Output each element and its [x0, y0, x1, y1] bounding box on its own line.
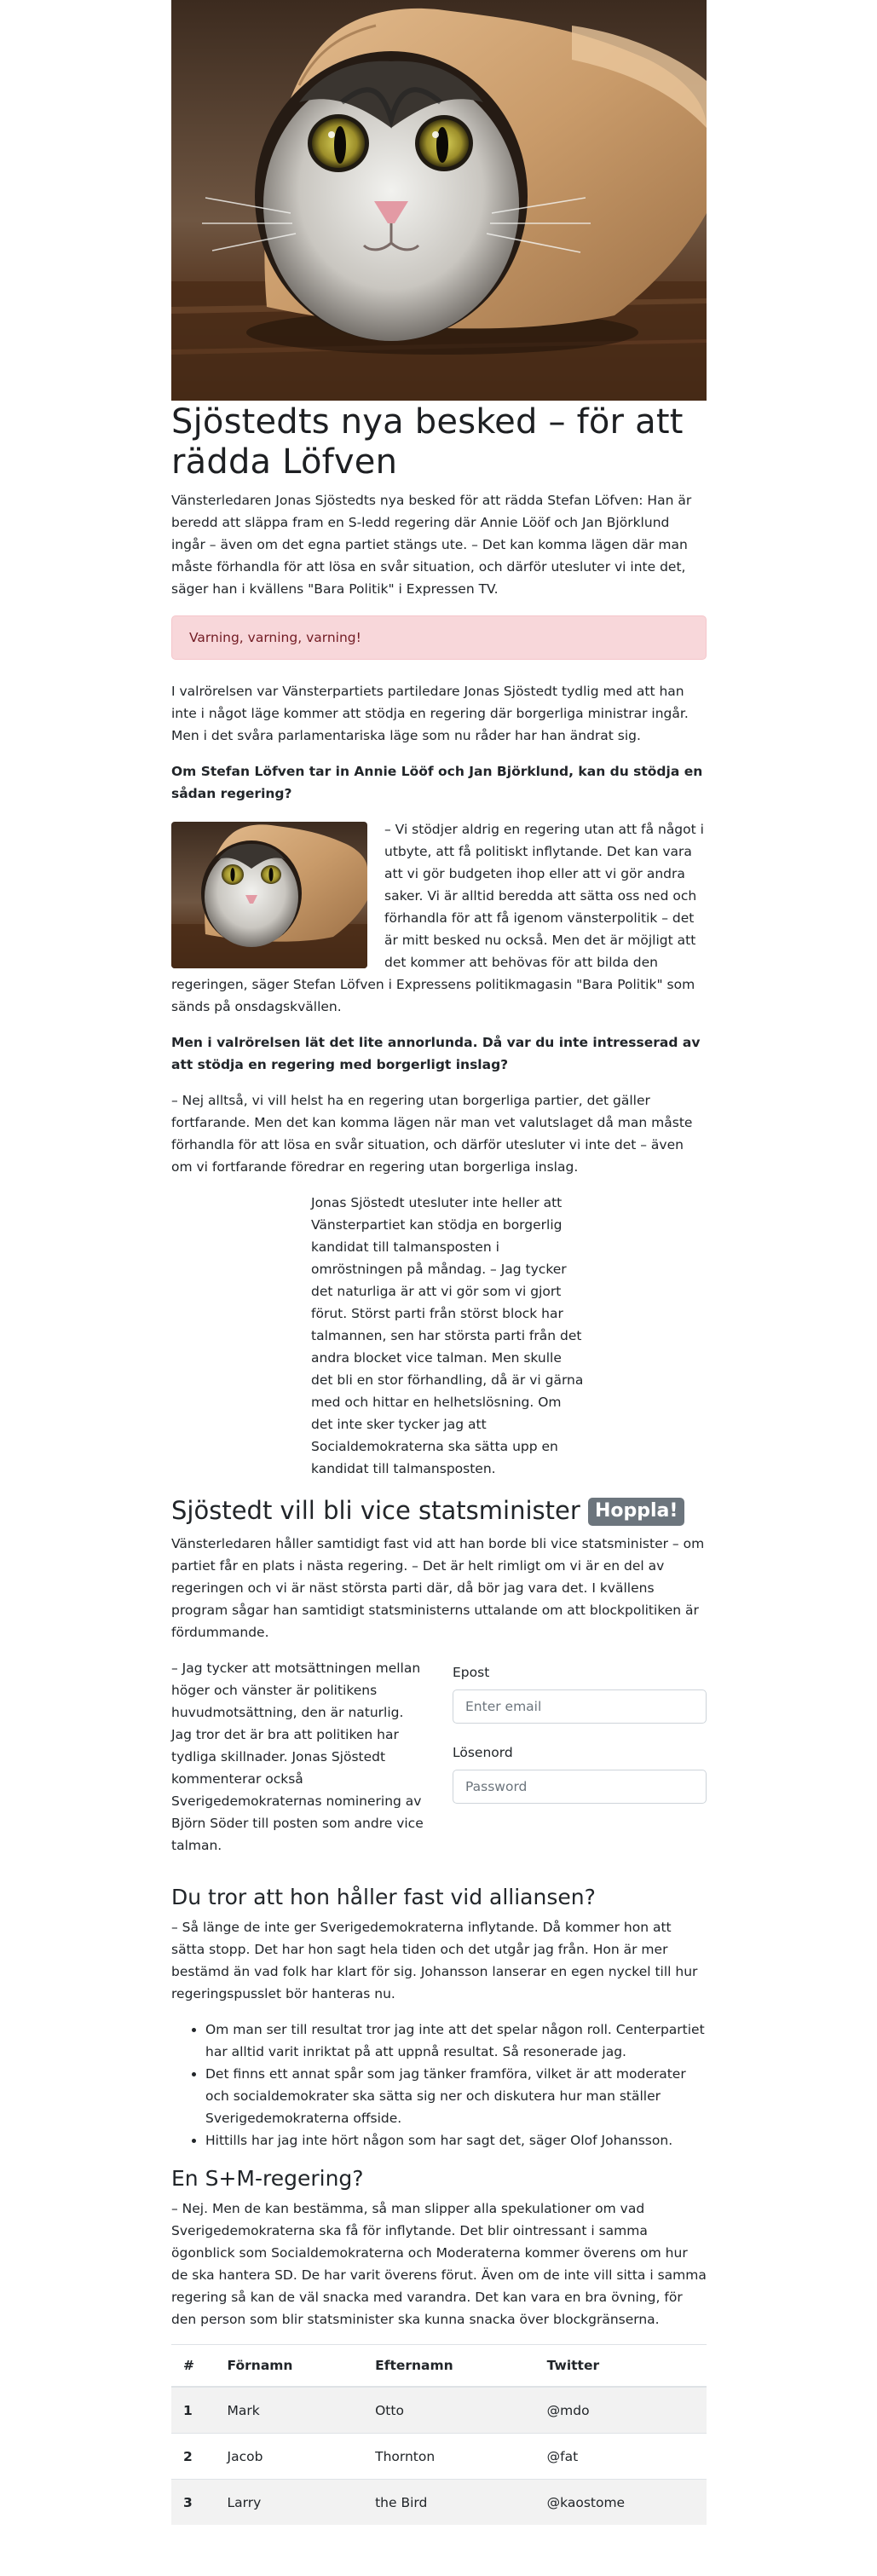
column-header-twitter: Twitter: [534, 2344, 707, 2388]
table-row: 1 Mark Otto @mdo: [171, 2386, 707, 2434]
list-item: Om man ser till resultat tror jag inte a…: [205, 2019, 707, 2063]
table-cell-efternamn: Thornton: [363, 2433, 535, 2480]
password-input[interactable]: [453, 1770, 707, 1804]
question-2: Men i valrörelsen lät det lite annorlund…: [171, 1035, 701, 1072]
table-cell-twitter: @fat: [534, 2433, 707, 2480]
paragraph-sm-regering: – Nej. Men de kan bestämma, så man slipp…: [171, 2201, 707, 2327]
table-header-row: # Förnamn Efternamn Twitter: [171, 2344, 707, 2388]
warning-alert: Varning, varning, varning!: [171, 615, 707, 660]
table-cell-fornamn: Larry: [215, 2479, 364, 2525]
paragraph-intro: I valrörelsen var Vänsterpartiets partil…: [171, 684, 689, 743]
pull-quote: Jonas Sjöstedt utesluter inte heller att…: [311, 1195, 584, 1476]
column-header-efternamn: Efternamn: [363, 2344, 535, 2388]
table-row: 2 Jacob Thornton @fat: [171, 2433, 707, 2480]
article-lead: Vänsterledaren Jonas Sjöstedts nya beske…: [171, 493, 692, 597]
table-cell-number: 2: [171, 2433, 216, 2480]
article-title: Sjöstedts nya besked – för att rädda Löf…: [171, 402, 684, 482]
table-cell-number: 1: [171, 2386, 216, 2434]
list-item: Hittills har jag inte hört någon som har…: [205, 2129, 707, 2151]
table-cell-fornamn: Mark: [215, 2386, 364, 2434]
thumbnail-image-cat: [171, 822, 367, 968]
login-form: Epost Lösenord: [453, 1657, 707, 1870]
bullet-list: Om man ser till resultat tror jag inte a…: [171, 2019, 707, 2151]
table-cell-twitter: @kaostome: [534, 2479, 707, 2525]
table-cell-twitter: @mdo: [534, 2386, 707, 2434]
section-heading-sm-regering: En S+M-regering?: [171, 2166, 364, 2191]
paragraph-alliansen: – Så länge de inte ger Sverigedemokrater…: [171, 1920, 698, 2001]
password-label: Lösenord: [453, 1745, 513, 1760]
table-cell-efternamn: Otto: [363, 2386, 535, 2434]
hero-image-cat-in-paper-roll: [171, 0, 707, 401]
table-cell-efternamn: the Bird: [363, 2479, 535, 2525]
question-1: Om Stefan Löfven tar in Annie Lööf och J…: [171, 764, 703, 801]
column-header-number: #: [171, 2344, 216, 2388]
text-and-form-row: – Jag tycker att motsättningen mellan hö…: [171, 1657, 707, 1870]
section-heading-alliansen: Du tror att hon håller fast vid allianse…: [171, 1885, 596, 1909]
people-table: # Förnamn Efternamn Twitter 1 Mark Otto …: [171, 2344, 707, 2525]
email-input[interactable]: [453, 1689, 707, 1724]
hoppla-badge: Hoppla!: [587, 1498, 685, 1526]
email-label: Epost: [453, 1665, 490, 1680]
section-heading-vice-statsminister: Sjöstedt vill bli vice statsminister Hop…: [171, 1495, 707, 1526]
table-cell-number: 3: [171, 2479, 216, 2525]
answer-2: – Nej alltså, vi vill helst ha en regeri…: [171, 1093, 693, 1175]
column-header-fornamn: Förnamn: [215, 2344, 364, 2388]
paragraph-vice-statsminister: Vänsterledaren håller samtidigt fast vid…: [171, 1536, 705, 1640]
table-row: 3 Larry the Bird @kaostome: [171, 2479, 707, 2525]
table-cell-fornamn: Jacob: [215, 2433, 364, 2480]
section-heading-text: Sjöstedt vill bli vice statsminister: [171, 1496, 580, 1525]
list-item: Det finns ett annat spår som jag tänker …: [205, 2063, 707, 2129]
paragraph-motsattning: – Jag tycker att motsättningen mellan hö…: [171, 1661, 424, 1853]
article-container: Sjöstedts nya besked – för att rädda Löf…: [171, 0, 707, 2525]
